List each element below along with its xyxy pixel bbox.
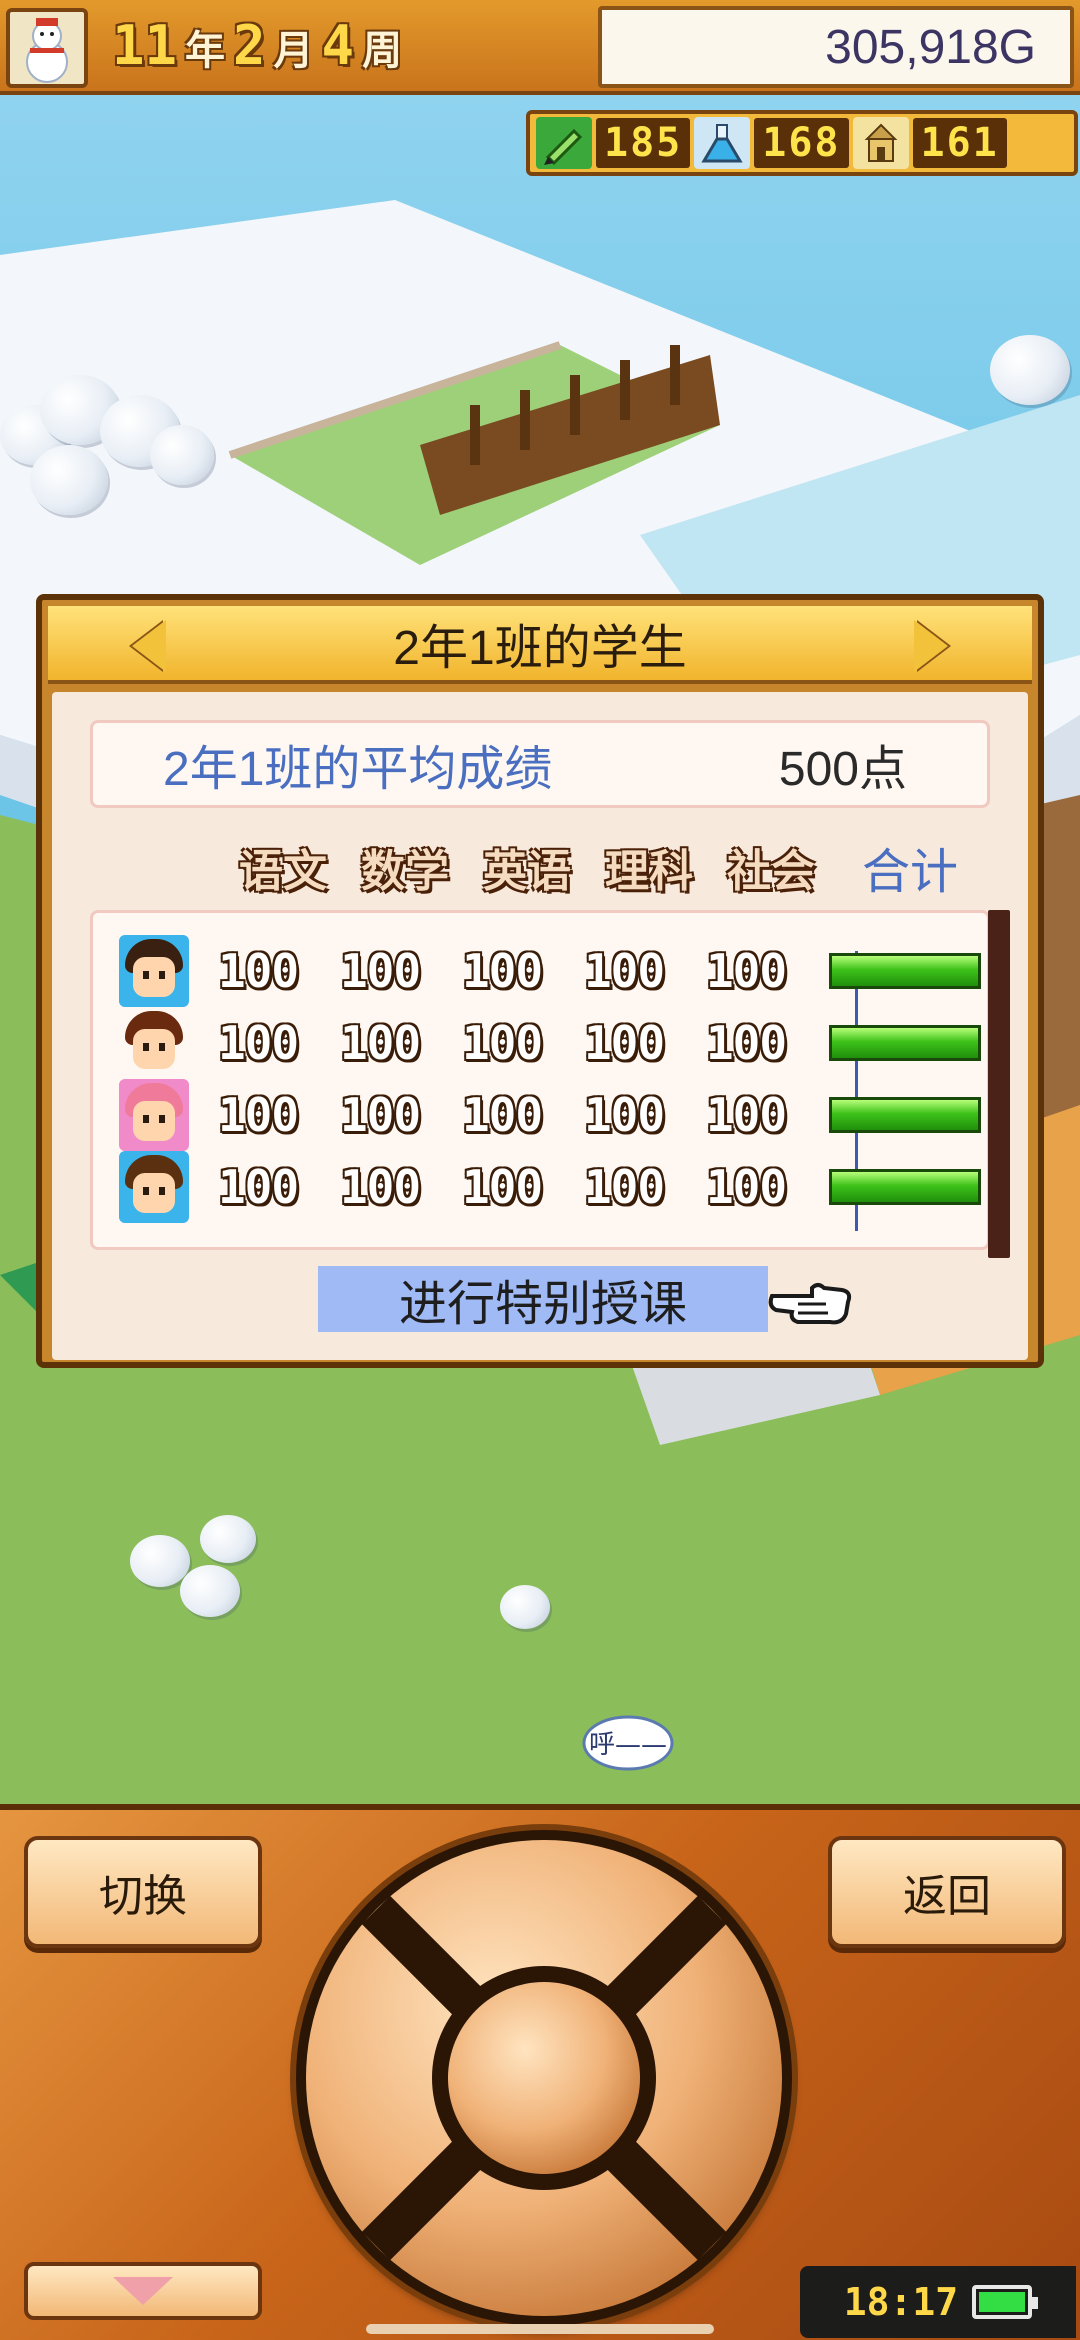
score-chinese: 100 — [217, 1016, 299, 1070]
previous-class-arrow-icon[interactable] — [132, 620, 166, 672]
game-date: 11 年 2 月 4 周 — [112, 14, 402, 80]
score-social: 100 — [705, 1088, 787, 1142]
student-row[interactable]: 100 100 100 100 100 — [119, 1007, 981, 1079]
money-value: 305,918G — [825, 20, 1036, 74]
resource-value-building: 161 — [912, 118, 1007, 168]
battery-icon — [972, 2285, 1039, 2319]
menu-toggle-button[interactable] — [24, 2262, 262, 2320]
snow-tree — [200, 1515, 256, 1563]
snow-tree — [130, 1535, 190, 1587]
directional-pad[interactable] — [296, 1830, 792, 2326]
special-lesson-button[interactable]: 进行特别授课 — [318, 1266, 768, 1332]
score-english: 100 — [461, 1088, 543, 1142]
score-social: 100 — [705, 1016, 787, 1070]
score-math: 100 — [339, 1016, 421, 1070]
pink-hair-student-icon — [119, 1079, 189, 1151]
building-icon — [852, 117, 909, 169]
score-math: 100 — [339, 1160, 421, 1214]
score-chinese: 100 — [217, 1160, 299, 1214]
score-english: 100 — [461, 1160, 543, 1214]
total-score-bar — [829, 1097, 981, 1133]
score-science: 100 — [583, 1160, 665, 1214]
snow-tree — [150, 425, 214, 485]
score-english: 100 — [461, 1016, 543, 1070]
home-indicator[interactable] — [366, 2324, 714, 2334]
score-social: 100 — [705, 944, 787, 998]
flask-icon — [694, 117, 751, 169]
dialog-header: 2年1班的学生 — [48, 606, 1032, 684]
score-chinese: 100 — [217, 1088, 299, 1142]
total-score-bar — [829, 1169, 981, 1205]
subject-chinese: 语文 — [239, 846, 327, 897]
score-science: 100 — [583, 1016, 665, 1070]
snow-tree — [180, 1565, 240, 1617]
top-status-bar: 11 年 2 月 4 周 305,918G — [0, 0, 1080, 95]
date-month-unit: 月 — [273, 28, 314, 74]
resource-value-flask: 168 — [754, 118, 849, 168]
snow-tree — [30, 445, 108, 515]
score-chinese: 100 — [217, 944, 299, 998]
dialog-title: 2年1班的学生 — [393, 622, 687, 675]
date-year: 11 — [112, 14, 178, 77]
score-english: 100 — [461, 944, 543, 998]
score-social: 100 — [705, 1160, 787, 1214]
score-science: 100 — [583, 1088, 665, 1142]
score-math: 100 — [339, 1088, 421, 1142]
boy-student-icon — [119, 1151, 189, 1223]
battery-level — [979, 2292, 1026, 2312]
resource-bar: 185 168 161 — [526, 110, 1078, 176]
total-column-label: 合计 — [862, 846, 959, 899]
switch-button[interactable]: 切换 — [24, 1836, 262, 1948]
down-arrow-icon — [113, 2277, 173, 2305]
total-score-bar — [829, 953, 981, 989]
student-list[interactable]: 100 100 100 100 100 100 100 100 100 100 — [90, 910, 990, 1250]
clock-time: 18:17 — [843, 2280, 959, 2324]
back-button[interactable]: 返回 — [828, 1836, 1066, 1948]
clock-display: 18:17 — [800, 2266, 1076, 2338]
date-week: 4 — [321, 14, 355, 77]
subject-english: 英语 — [483, 846, 571, 897]
snowman-avatar-icon[interactable] — [6, 8, 88, 88]
special-lesson-label: 进行特别授课 — [398, 1278, 687, 1331]
pencil-icon — [536, 117, 592, 169]
subject-social: 社会 — [727, 846, 815, 897]
date-month: 2 — [233, 14, 266, 77]
bottom-controller: 切换 返回 18:17 — [0, 1804, 1080, 2340]
back-button-label: 返回 — [903, 1872, 991, 1921]
speech-bubble-text: 呼—— — [589, 1730, 667, 1760]
student-row[interactable]: 100 100 100 100 100 — [119, 1151, 981, 1223]
next-class-arrow-icon[interactable] — [914, 620, 948, 672]
pointing-hand-icon — [768, 1283, 852, 1325]
resource-value-pencil: 185 — [596, 118, 691, 168]
class-students-dialog: 2年1班的学生 2年1班的平均成绩 500点 语文 数学 英语 理科 社会 合计… — [36, 594, 1044, 1368]
money-display: 305,918G — [598, 6, 1074, 88]
switch-button-label: 切换 — [99, 1872, 187, 1921]
class-average-value: 500点 — [778, 743, 907, 796]
student-list-scrollbar[interactable] — [988, 910, 1010, 1258]
snow-tree — [500, 1585, 550, 1629]
score-math: 100 — [339, 944, 421, 998]
snow-tree — [990, 335, 1070, 405]
class-average-box: 2年1班的平均成绩 500点 — [90, 720, 990, 808]
subject-math: 数学 — [361, 846, 449, 897]
total-score-bar — [829, 1025, 981, 1061]
student-row[interactable]: 100 100 100 100 100 — [119, 935, 981, 1007]
score-science: 100 — [583, 944, 665, 998]
boy-student-icon — [119, 935, 189, 1007]
date-year-unit: 年 — [185, 28, 226, 74]
student-row[interactable]: 100 100 100 100 100 — [119, 1079, 981, 1151]
girl-student-icon — [119, 1007, 189, 1079]
subject-header-row: 语文 数学 英语 理科 社会 合计 — [222, 832, 958, 902]
dialog-body: 2年1班的平均成绩 500点 语文 数学 英语 理科 社会 合计 100 100… — [52, 692, 1028, 1360]
date-week-unit: 周 — [362, 28, 403, 74]
class-average-label: 2年1班的平均成绩 — [163, 743, 553, 796]
subject-science: 理科 — [605, 846, 693, 897]
